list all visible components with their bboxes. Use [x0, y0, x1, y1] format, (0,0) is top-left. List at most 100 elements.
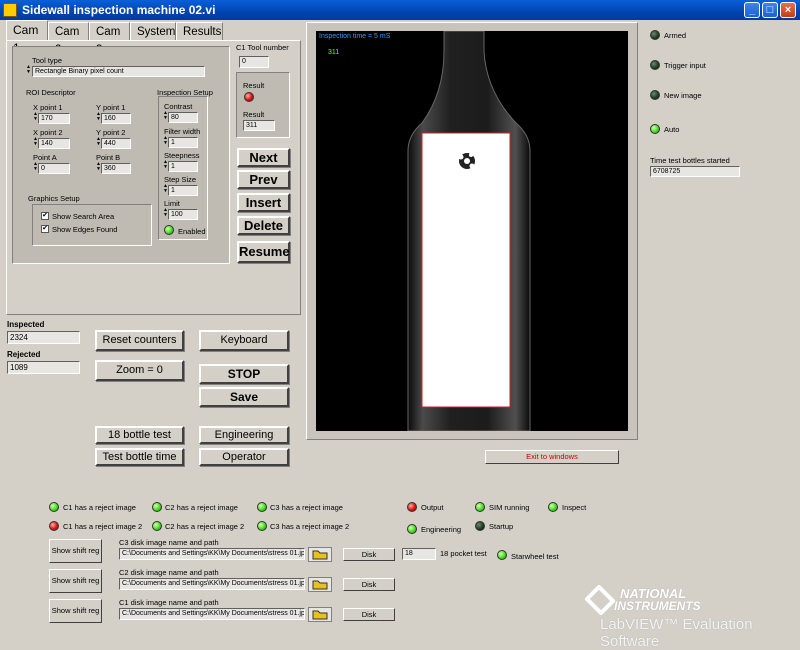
zoom-button[interactable]: Zoom = 0 [95, 360, 184, 381]
tool-number-field[interactable]: 0 [239, 56, 269, 68]
save-button[interactable]: Save [199, 387, 289, 407]
engineering-button[interactable]: Engineering [199, 426, 289, 444]
tab-cam2[interactable]: Cam 2 [48, 22, 89, 56]
point-a-field[interactable]: 0 [38, 163, 70, 174]
resume-button[interactable]: Resume [237, 241, 290, 263]
c2-folder-icon[interactable] [308, 577, 332, 592]
c3-reject2-label: C3 has a reject image 2 [270, 522, 350, 531]
c2-path-field[interactable]: C:\Documents and Settings\KK\My Document… [119, 578, 305, 590]
c1-path-field[interactable]: C:\Documents and Settings\KK\My Document… [119, 608, 305, 620]
limit-field[interactable]: 100 [168, 209, 198, 220]
reset-counters-button[interactable]: Reset counters [95, 330, 184, 351]
x2-field[interactable]: 140 [38, 138, 70, 149]
c3-path-field[interactable]: C:\Documents and Settings\KK\My Document… [119, 548, 305, 560]
c1-show-shift-reg-button[interactable]: Show shift reg [49, 599, 102, 623]
ni-brand-line2: INSTRUMENTS [614, 599, 701, 613]
c1-disk-button[interactable]: Disk [343, 608, 395, 621]
tool-type-arrows-icon[interactable]: ▲ ▼ [26, 65, 31, 76]
keyboard-button[interactable]: Keyboard [199, 330, 289, 351]
title-bar: Sidewall inspection machine 02.vi [0, 0, 800, 20]
c2-disk-button[interactable]: Disk [343, 578, 395, 591]
pocket-test-label: 18 pocket test [440, 549, 487, 558]
test-bottle-time-button[interactable]: Test bottle time [95, 448, 184, 466]
step-size-field[interactable]: 1 [168, 185, 198, 196]
graphics-setup-title: Graphics Setup [28, 194, 80, 203]
prev-button[interactable]: Prev [237, 170, 290, 189]
contrast-field[interactable]: 80 [168, 112, 198, 123]
steepness-field[interactable]: 1 [168, 161, 198, 172]
next-button[interactable]: Next [237, 148, 290, 167]
c2-reject-led [152, 502, 162, 512]
app-icon [3, 3, 17, 17]
trigger-input-led [650, 60, 660, 70]
starwheel-label: Starwheel test [511, 552, 559, 561]
tab-system[interactable]: System [130, 22, 176, 40]
delete-button[interactable]: Delete [237, 216, 290, 235]
engineering-label: Engineering [421, 525, 462, 534]
y1-field[interactable]: 160 [101, 113, 131, 124]
image-count-label: 311 [328, 49, 340, 56]
armed-led [650, 30, 660, 40]
c3-show-shift-reg-button[interactable]: Show shift reg [49, 539, 102, 563]
tab-cam1[interactable]: Cam 1 [6, 20, 48, 55]
point-b-field[interactable]: 360 [101, 163, 131, 174]
exit-to-windows-button[interactable]: Exit to windows [485, 450, 619, 464]
maximize-button[interactable]: □ [762, 2, 778, 18]
time-started-label: Time test bottles started [650, 156, 730, 165]
y2-field[interactable]: 440 [101, 138, 131, 149]
minimize-button[interactable]: _ [744, 2, 760, 18]
enabled-label: Enabled [178, 227, 206, 236]
c1-reject2-led [49, 521, 59, 531]
x1-field[interactable]: 170 [38, 113, 70, 124]
result-led [244, 92, 254, 102]
close-button[interactable]: × [780, 2, 796, 18]
c3-reject-led [257, 502, 267, 512]
c1-folder-icon[interactable] [308, 607, 332, 622]
engineering-led [407, 524, 417, 534]
window-title: Sidewall inspection machine 02.vi [22, 3, 216, 17]
contrast-label: Contrast [164, 102, 193, 111]
c2-show-shift-reg-button[interactable]: Show shift reg [49, 569, 102, 593]
operator-button[interactable]: Operator [199, 448, 289, 466]
inspection-time-label: Inspection time = 5 mS [319, 33, 391, 40]
startup-led [475, 521, 485, 531]
c3-folder-icon[interactable] [308, 547, 332, 562]
show-edges-checkbox[interactable]: ✔ [41, 225, 49, 233]
c2-disk-label: C2 disk image name and path [119, 568, 219, 577]
stop-button[interactable]: STOP [199, 364, 289, 384]
show-edges-label: Show Edges Found [52, 225, 118, 234]
national-instruments-logo-icon [584, 584, 616, 616]
armed-label: Armed [664, 31, 687, 40]
c2-reject-label: C2 has a reject image [165, 503, 238, 512]
roi-title: ROI Descriptor [26, 88, 76, 97]
rejected-label: Rejected [7, 350, 41, 359]
c3-disk-label: C3 disk image name and path [119, 538, 219, 547]
result-led-label: Result [243, 81, 265, 90]
insert-button[interactable]: Insert [237, 193, 290, 212]
startup-label: Startup [489, 522, 514, 531]
pocket-count-field[interactable]: 18 [402, 548, 436, 560]
enabled-led[interactable] [164, 225, 174, 235]
c3-reject-label: C3 has a reject image [270, 503, 343, 512]
c3-disk-button[interactable]: Disk [343, 548, 395, 561]
auto-led[interactable] [650, 124, 660, 134]
tab-cam3[interactable]: Cam 3 [89, 22, 130, 56]
tool-type-select[interactable]: Rectangle Binary pixel count [32, 66, 205, 77]
c1-reject-label: C1 has a reject image [63, 503, 136, 512]
inspect-led [548, 502, 558, 512]
tab-results[interactable]: Results [176, 22, 223, 40]
output-led [407, 502, 417, 512]
filter-width-label: Filter width [164, 127, 201, 136]
inspected-label: Inspected [7, 320, 45, 329]
c2-reject2-led [152, 521, 162, 531]
show-search-area-checkbox[interactable]: ✔ [41, 212, 49, 220]
c2-reject2-label: C2 has a reject image 2 [165, 522, 245, 531]
filter-width-field[interactable]: 1 [168, 137, 198, 148]
labview-evaluation-text: LabVIEW™ Evaluation Software [600, 616, 753, 650]
new-image-led [650, 90, 660, 100]
18-bottle-test-button[interactable]: 18 bottle test [95, 426, 184, 444]
tool-number-label: C1 Tool number [236, 43, 289, 52]
c1-reject2-label: C1 has a reject image 2 [63, 522, 143, 531]
step-size-label: Step Size [164, 175, 197, 184]
show-search-area-label: Show Search Area [52, 212, 115, 221]
